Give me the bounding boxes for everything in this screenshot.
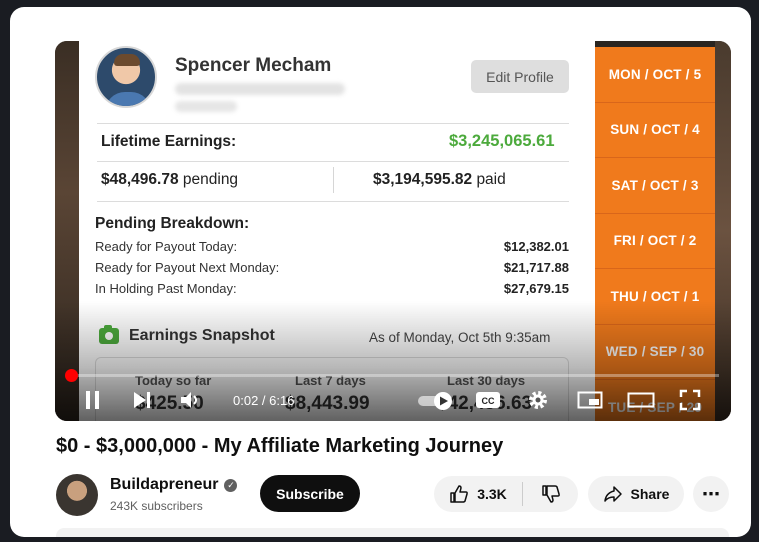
breakdown-value: $27,679.15 — [503, 281, 569, 296]
miniplayer-icon[interactable] — [577, 390, 603, 415]
snapshot-heading: Earnings Snapshot — [99, 325, 275, 345]
verified-icon: ✓ — [224, 478, 238, 492]
divider — [97, 161, 569, 162]
next-icon[interactable] — [131, 390, 153, 415]
breakdown-value: $21,717.88 — [503, 260, 569, 275]
summary-separator — [333, 167, 334, 193]
pending-summary: $48,496.78 pending — [101, 171, 238, 189]
description-box-edge — [56, 528, 729, 537]
lifetime-value: $3,245,065.61 — [449, 132, 555, 150]
like-dislike-group: 3.3K — [434, 476, 578, 512]
paid-word: paid — [476, 171, 506, 188]
breakdown-label: Ready for Payout Next Monday: — [95, 260, 280, 275]
breakdown-label: Ready for Payout Today: — [95, 239, 238, 254]
pause-icon[interactable] — [83, 389, 103, 416]
like-count: 3.3K — [477, 486, 507, 502]
cc-icon[interactable]: CC — [475, 390, 501, 415]
more-actions-button[interactable]: ⋯ — [693, 476, 729, 512]
camera-icon — [99, 325, 119, 344]
breakdown-title: Pending Breakdown: — [95, 215, 250, 232]
breakdown-value: $12,382.01 — [503, 239, 569, 254]
cc-label: CC — [482, 396, 495, 406]
paid-amount: $3,194,595.82 — [373, 171, 473, 188]
breakdown-row: Ready for Payout Today: $12,382.01 — [95, 239, 569, 254]
snapshot-asof: As of Monday, Oct 5th 9:35am — [369, 330, 551, 345]
channel-name[interactable]: Buildapreneur — [110, 476, 218, 494]
like-button[interactable]: 3.3K — [434, 476, 522, 512]
breakdown-label: In Holding Past Monday: — [95, 281, 237, 296]
thumbs-up-icon — [450, 485, 469, 503]
date-label: SUN / OCT / 4 — [595, 103, 715, 158]
progress-bar[interactable] — [67, 374, 719, 377]
share-button[interactable]: Share — [588, 476, 684, 512]
date-label: WED / SEP / 30 — [595, 325, 715, 380]
share-label: Share — [630, 486, 670, 502]
lifetime-label: Lifetime Earnings: — [101, 133, 237, 150]
video-player[interactable]: Spencer Mecham Edit Profile Lifetime Ear… — [55, 41, 731, 421]
edit-profile-button: Edit Profile — [471, 60, 569, 93]
date-column: MON / OCT / 5 SUN / OCT / 4 SAT / OCT / … — [595, 47, 715, 421]
subscriber-count: 243K subscribers — [110, 499, 203, 513]
blurred-id — [175, 101, 237, 112]
profile-name: Spencer Mecham — [175, 55, 332, 76]
time-display: 0:02 / 6:16 — [233, 393, 295, 408]
date-label: FRI / OCT / 2 — [595, 214, 715, 269]
channel-avatar[interactable] — [56, 474, 98, 516]
theater-icon[interactable] — [627, 390, 655, 415]
divider — [97, 201, 569, 202]
video-title: $0 - $3,000,000 - My Affiliate Marketing… — [56, 435, 504, 457]
date-label: SAT / OCT / 3 — [595, 158, 715, 214]
share-icon — [603, 486, 622, 502]
dislike-button[interactable] — [523, 476, 578, 512]
pending-amount: $48,496.78 — [101, 171, 179, 188]
breakdown-row: Ready for Payout Next Monday: $21,717.88 — [95, 260, 569, 275]
divider — [97, 123, 569, 124]
video-edge-left — [55, 41, 79, 421]
breakdown-row: In Holding Past Monday: $27,679.15 — [95, 281, 569, 296]
subscribe-button[interactable]: Subscribe — [260, 475, 360, 512]
volume-icon[interactable] — [179, 390, 203, 415]
pending-word: pending — [182, 171, 239, 188]
settings-icon[interactable] — [527, 389, 549, 416]
video-edge-right — [715, 41, 731, 421]
date-label: MON / OCT / 5 — [595, 47, 715, 103]
stat-value: $8,443.99 — [285, 393, 370, 414]
profile-avatar — [95, 46, 157, 108]
more-icon: ⋯ — [702, 483, 720, 504]
channel-name-row[interactable]: Buildapreneur ✓ — [110, 476, 238, 494]
thumbs-down-icon — [541, 485, 560, 503]
blurred-email — [175, 83, 345, 95]
fullscreen-icon[interactable] — [679, 389, 701, 416]
autoplay-toggle[interactable] — [417, 391, 457, 416]
video-card: Spencer Mecham Edit Profile Lifetime Ear… — [10, 7, 751, 537]
scrubber-handle[interactable] — [65, 369, 78, 382]
date-label: THU / OCT / 1 — [595, 269, 715, 325]
earnings-panel: Spencer Mecham Edit Profile Lifetime Ear… — [79, 41, 595, 421]
paid-summary: $3,194,595.82 paid — [373, 171, 506, 189]
snapshot-title: Earnings Snapshot — [129, 327, 275, 344]
